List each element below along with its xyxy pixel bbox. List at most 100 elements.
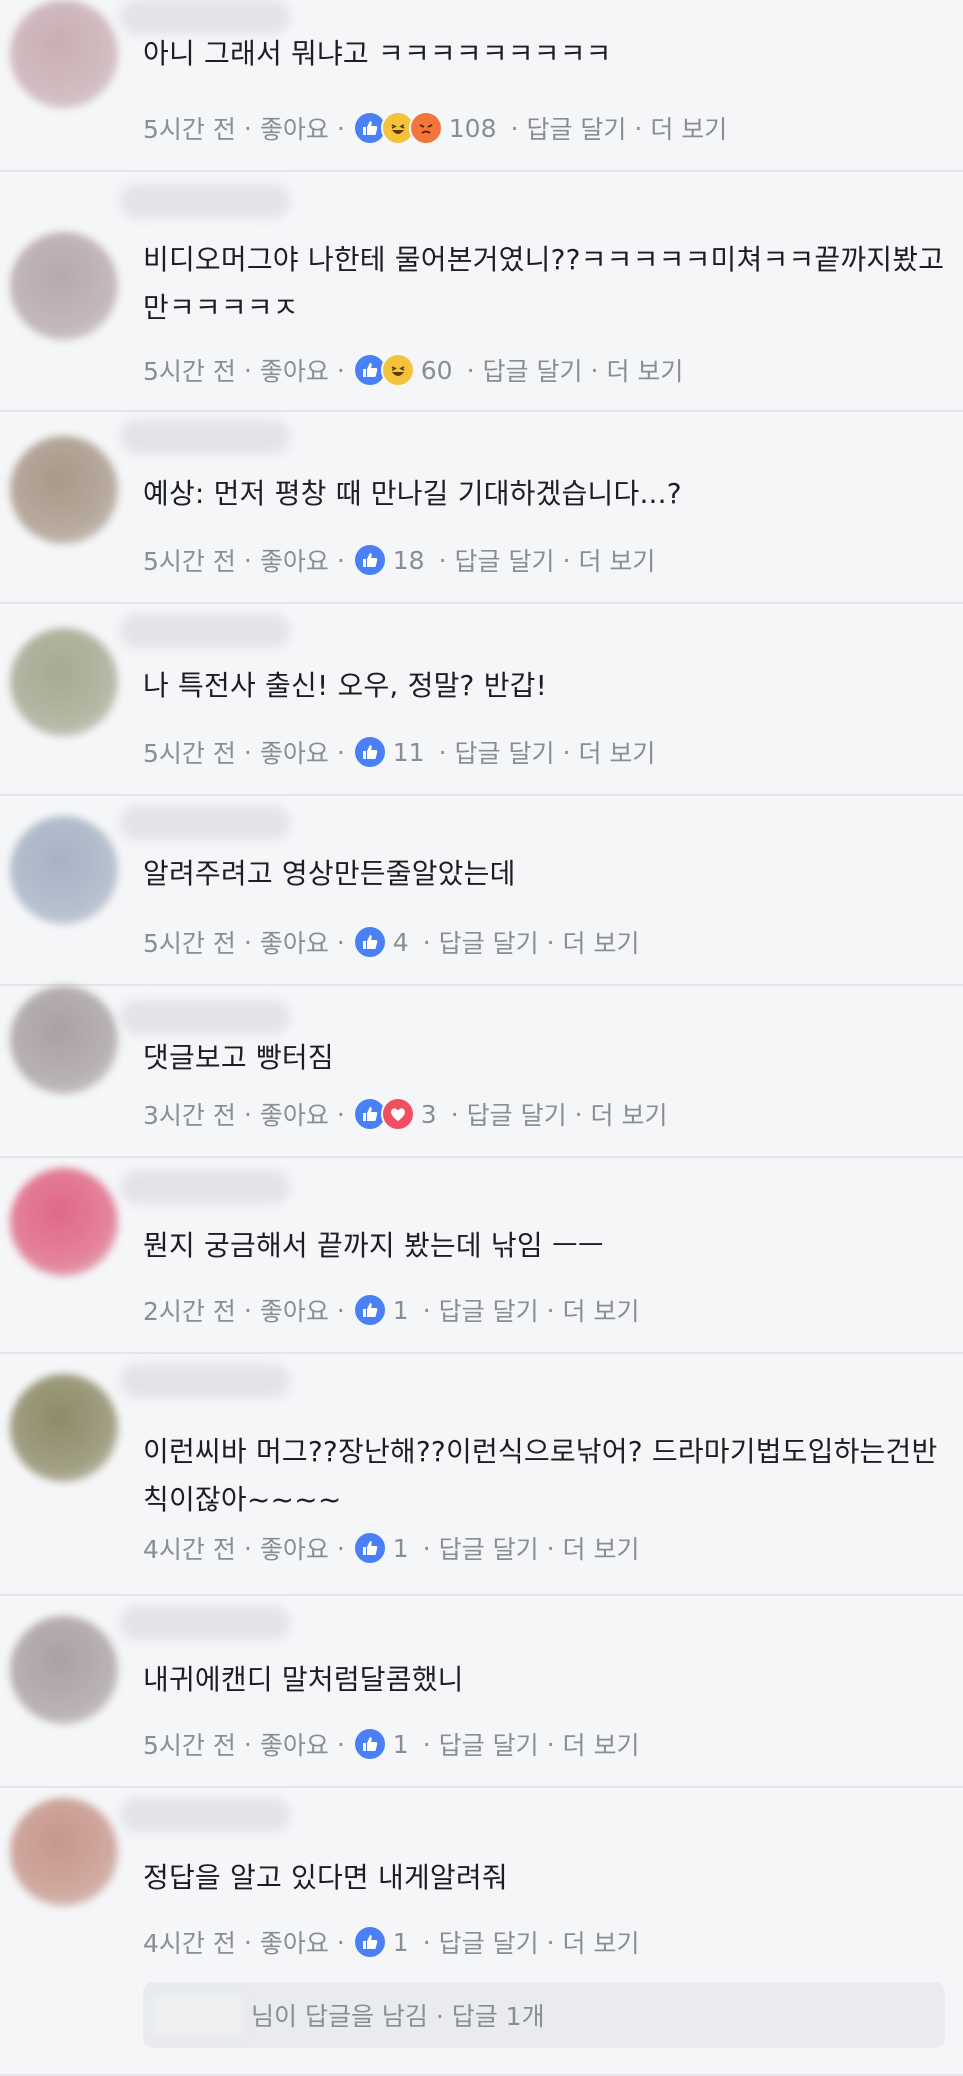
- commenter-name-redacted[interactable]: [120, 614, 290, 648]
- like-button[interactable]: 좋아요: [260, 1924, 329, 1960]
- like-reaction-icon: [352, 925, 387, 959]
- comment-text: 아니 그래서 뭐냐고 ㅋㅋㅋㅋㅋㅋㅋㅋㅋ: [143, 37, 612, 70]
- separator-dot: ·: [562, 545, 571, 575]
- comment-text: 알려주려고 영상만든줄알았는데: [143, 857, 516, 890]
- commenter-name-redacted[interactable]: [120, 1000, 290, 1034]
- reply-button[interactable]: 답글 달기: [439, 924, 539, 960]
- like-button[interactable]: 좋아요: [260, 1096, 329, 1132]
- comment-text: 뭔지 궁금해서 끝까지 봤는데 낚임 ㅡㅡ: [143, 1229, 604, 1262]
- commenter-name-redacted[interactable]: [120, 1798, 290, 1832]
- separator-dot: ·: [336, 1533, 345, 1563]
- comment-item: 예상: 먼저 평창 때 만나길 기대하겠습니다...? 5시간 전 · 좋아요 · 18 ·…: [0, 412, 963, 604]
- like-reaction-icon: [352, 1925, 387, 1959]
- timestamp: 3시간 전: [143, 1101, 236, 1130]
- separator-dot: ·: [546, 1533, 555, 1563]
- reaction-summary[interactable]: 1: [352, 1727, 409, 1761]
- reply-button[interactable]: 답글 달기: [439, 1292, 539, 1328]
- more-button[interactable]: 더 보기: [578, 542, 655, 578]
- separator-dot: ·: [574, 1099, 583, 1129]
- comment-item: 비디오머그야 나한테 물어본거였니??ㅋㅋㅋㅋㅋ미쳐ㅋㅋ끝까지봤고만ㅋㅋㅋㅋㅈ 5…: [0, 172, 963, 412]
- reaction-count: 18: [392, 545, 425, 575]
- avatar[interactable]: [10, 436, 118, 544]
- comment-text: 정답을 알고 있다면 내게알려줘: [143, 1861, 508, 1894]
- comment-item: 이런씨바 머그??장난해??이런식으로낚어? 드라마기법도입하는건반칙이잖아~~…: [0, 1354, 963, 1596]
- like-button[interactable]: 좋아요: [260, 1530, 329, 1566]
- like-button[interactable]: 좋아요: [260, 924, 329, 960]
- more-button[interactable]: 더 보기: [591, 1096, 668, 1132]
- comment-text: 내귀에캔디 말처럼달콤했니: [143, 1663, 464, 1696]
- reply-button[interactable]: 답글 달기: [455, 734, 555, 770]
- separator-dot: ·: [336, 1099, 345, 1129]
- more-button[interactable]: 더 보기: [563, 1530, 640, 1566]
- reaction-count: 4: [392, 927, 409, 957]
- comment-meta: 5시간 전 · 좋아요 · 1 · 답글 달기 · 더 보기: [143, 1726, 640, 1762]
- more-button[interactable]: 더 보기: [563, 1292, 640, 1328]
- reply-button[interactable]: 답글 달기: [439, 1726, 539, 1762]
- reaction-summary[interactable]: 3: [352, 1097, 437, 1131]
- separator-dot: ·: [243, 1927, 252, 1957]
- like-button[interactable]: 좋아요: [260, 352, 329, 388]
- like-button[interactable]: 좋아요: [260, 1726, 329, 1762]
- commenter-name-redacted[interactable]: [120, 1170, 290, 1204]
- avatar[interactable]: [10, 232, 118, 340]
- reaction-summary[interactable]: 11: [352, 735, 425, 769]
- avatar[interactable]: [10, 1616, 118, 1724]
- comment-text: 나 특전사 출신! 오우, 정말? 반갑!: [143, 669, 548, 702]
- like-button[interactable]: 좋아요: [260, 542, 329, 578]
- more-button[interactable]: 더 보기: [563, 1726, 640, 1762]
- timestamp: 5시간 전: [143, 357, 236, 386]
- reaction-summary[interactable]: 18: [352, 543, 425, 577]
- more-button[interactable]: 더 보기: [578, 734, 655, 770]
- comment-feed: 아니 그래서 뭐냐고 ㅋㅋㅋㅋㅋㅋㅋㅋㅋ 5시간 전 · 좋아요 · 108 · 답글 달기 ·…: [0, 0, 963, 2076]
- separator-dot: ·: [336, 545, 345, 575]
- avatar[interactable]: [10, 1798, 118, 1906]
- reaction-summary[interactable]: 1: [352, 1293, 409, 1327]
- reaction-summary[interactable]: 60: [352, 353, 453, 387]
- separator-dot: ·: [422, 1533, 431, 1563]
- reply-button[interactable]: 답글 달기: [483, 352, 583, 388]
- reply-button[interactable]: 답글 달기: [455, 542, 555, 578]
- reaction-summary[interactable]: 1: [352, 1925, 409, 1959]
- reply-button[interactable]: 답글 달기: [526, 110, 626, 146]
- commenter-name-redacted[interactable]: [120, 1364, 290, 1398]
- reply-button[interactable]: 답글 달기: [467, 1096, 567, 1132]
- reply-author-redacted: [153, 1995, 243, 2035]
- more-button[interactable]: 더 보기: [650, 110, 727, 146]
- commenter-name-redacted[interactable]: [120, 184, 290, 218]
- avatar[interactable]: [10, 816, 118, 924]
- like-button[interactable]: 좋아요: [260, 110, 329, 146]
- reaction-summary[interactable]: 4: [352, 925, 409, 959]
- like-reaction-icon: [352, 735, 387, 769]
- commenter-name-redacted[interactable]: [120, 0, 290, 34]
- reaction-summary[interactable]: 108: [352, 111, 497, 145]
- reply-button[interactable]: 답글 달기: [439, 1924, 539, 1960]
- reply-summary-text: 님이 답글을 남김 · 답글 1개: [251, 2002, 545, 2031]
- more-button[interactable]: 더 보기: [563, 924, 640, 960]
- timestamp: 4시간 전: [143, 1535, 236, 1564]
- timestamp: 4시간 전: [143, 1929, 236, 1958]
- view-replies-button[interactable]: 님이 답글을 남김 · 답글 1개: [143, 1982, 945, 2048]
- avatar[interactable]: [10, 0, 118, 108]
- separator-dot: ·: [243, 1533, 252, 1563]
- commenter-name-redacted[interactable]: [120, 420, 290, 454]
- comment-meta: 5시간 전 · 좋아요 · 4 · 답글 달기 · 더 보기: [143, 924, 640, 960]
- avatar[interactable]: [10, 1168, 118, 1276]
- commenter-name-redacted[interactable]: [120, 806, 290, 840]
- like-button[interactable]: 좋아요: [260, 734, 329, 770]
- commenter-name-redacted[interactable]: [120, 1606, 290, 1640]
- reaction-summary[interactable]: 1: [352, 1531, 409, 1565]
- more-button[interactable]: 더 보기: [563, 1924, 640, 1960]
- comment-meta: 5시간 전 · 좋아요 · 108 · 답글 달기 · 더 보기: [143, 110, 727, 146]
- comment-meta: 2시간 전 · 좋아요 · 1 · 답글 달기 · 더 보기: [143, 1292, 640, 1328]
- separator-dot: ·: [336, 1927, 345, 1957]
- like-button[interactable]: 좋아요: [260, 1292, 329, 1328]
- reply-button[interactable]: 답글 달기: [439, 1530, 539, 1566]
- more-button[interactable]: 더 보기: [606, 352, 683, 388]
- separator-dot: ·: [438, 545, 447, 575]
- avatar[interactable]: [10, 986, 118, 1094]
- avatar[interactable]: [10, 628, 118, 736]
- avatar[interactable]: [10, 1374, 118, 1482]
- comment-meta: 3시간 전 · 좋아요 · 3 · 답글 달기 · 더 보기: [143, 1096, 668, 1132]
- separator-dot: ·: [450, 1099, 459, 1129]
- like-reaction-icon: [352, 543, 387, 577]
